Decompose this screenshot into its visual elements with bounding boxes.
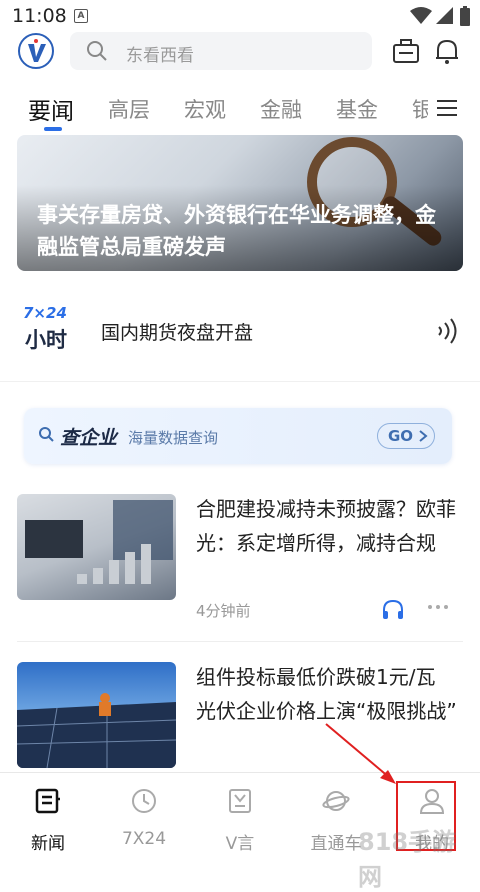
logo-icon — [28, 39, 46, 62]
tab-jinrong[interactable]: 金融 — [260, 94, 302, 124]
news-item[interactable]: 合肥建投减持未预披露？欧菲光：系定增所得，减持合规 4分钟前 — [17, 494, 463, 634]
nav-label: 7X24 — [121, 829, 167, 849]
news-divider — [17, 641, 463, 642]
battery-icon — [460, 6, 470, 26]
watermark-text: 818手游网 — [358, 828, 457, 891]
notification-icon: A — [74, 9, 88, 23]
search-placeholder: 东看西看 — [126, 46, 194, 66]
more-icon[interactable] — [427, 604, 449, 610]
flash-badge-top: 7×24 — [23, 304, 67, 322]
banner-title: 事关存量房贷、外资银行在华业务调整，金融监管总局重磅发声 — [37, 203, 436, 259]
bell-icon[interactable] — [434, 37, 460, 65]
headphones-icon[interactable] — [381, 598, 405, 622]
tab-yaowen[interactable]: 要闻 — [28, 92, 74, 126]
search-icon — [39, 427, 54, 442]
nav-label: 新闻 — [31, 834, 65, 854]
section-divider — [0, 381, 480, 382]
annotation-arrow — [325, 723, 396, 784]
clock-icon — [132, 789, 156, 813]
coins-laptop-image — [25, 500, 173, 584]
signal-icon — [436, 7, 453, 24]
tab-jijin[interactable]: 基金 — [336, 94, 378, 124]
company-search-card[interactable]: 查企业 海量数据查询 GO — [24, 408, 452, 464]
news-title: 组件投标最低价跌破1元/瓦 光伏企业价格上演“极限挑战” — [196, 665, 457, 723]
news-icon — [35, 788, 60, 814]
app-logo[interactable] — [18, 33, 54, 69]
go-label: GO — [388, 427, 414, 445]
flash-news-row[interactable]: 7×24 小时 国内期货夜盘开盘 — [17, 296, 463, 364]
nav-v-yan[interactable]: V言 — [192, 773, 288, 855]
audio-wave-icon[interactable] — [435, 318, 459, 344]
nav-label: V言 — [225, 834, 255, 854]
top-header: 东看西看 — [0, 30, 480, 76]
tab-yin[interactable]: 银 — [412, 94, 428, 124]
toolbox-icon[interactable] — [392, 37, 420, 65]
flash-text: 国内期货夜盘开盘 — [101, 322, 254, 344]
company-search-subtitle: 海量数据查询 — [128, 429, 219, 447]
flash-badge-bottom: 小时 — [25, 328, 67, 352]
tab-gaoceng[interactable]: 高层 — [108, 94, 150, 124]
headline-banner[interactable]: 事关存量房贷、外资银行在华业务调整，金融监管总局重磅发声 — [17, 135, 463, 271]
active-tab-indicator — [44, 127, 62, 131]
news-thumbnail — [17, 662, 176, 768]
search-bar[interactable]: 东看西看 — [70, 32, 372, 70]
chevron-right-icon — [419, 430, 428, 442]
news-thumbnail — [17, 494, 176, 600]
nav-news[interactable]: 新闻 — [0, 773, 96, 855]
company-search-title: 查企业 — [60, 427, 118, 449]
category-tabs: 要闻 高层 宏观 金融 基金 银 — [0, 84, 480, 132]
nav-7x24[interactable]: 7X24 — [96, 773, 192, 855]
flash-badge: 7×24 小时 — [23, 304, 73, 352]
tab-hongguan[interactable]: 宏观 — [184, 94, 226, 124]
wifi-icon — [410, 7, 432, 24]
go-button[interactable]: GO — [377, 423, 435, 449]
news-title: 合肥建投减持未预披露？欧菲光：系定增所得，减持合规 — [196, 497, 456, 555]
search-icon — [87, 41, 107, 61]
v-note-icon — [229, 789, 251, 813]
menu-icon[interactable] — [436, 98, 458, 118]
solar-panel-image — [17, 693, 176, 768]
status-time: 11:08 — [12, 5, 67, 27]
news-time: 4分钟前 — [196, 602, 251, 620]
planet-icon — [322, 791, 350, 811]
status-bar: 11:08 A — [0, 0, 480, 30]
